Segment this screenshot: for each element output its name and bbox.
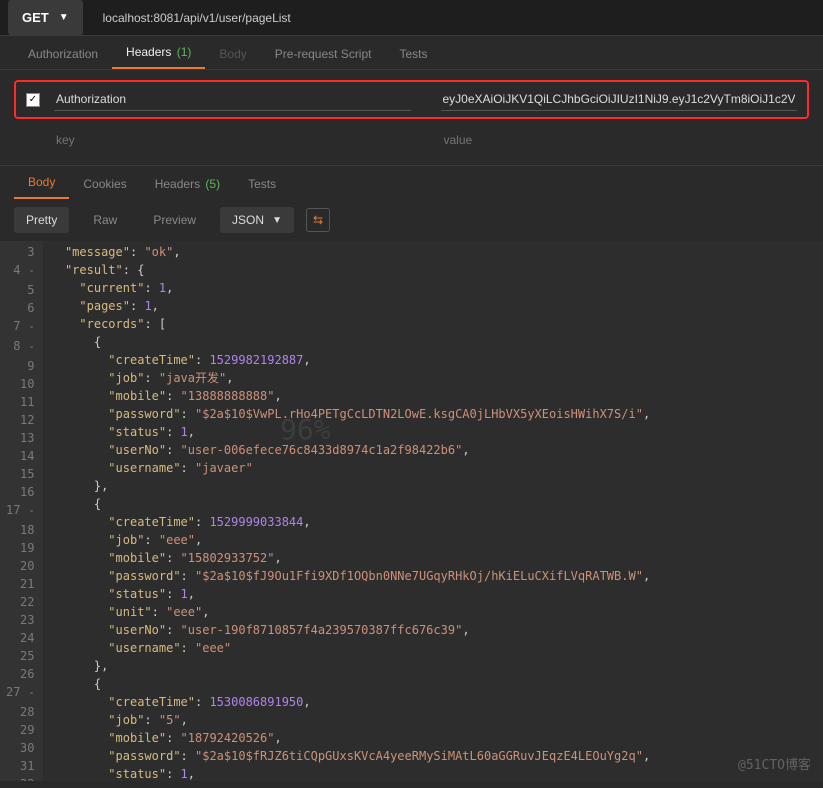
http-method-dropdown[interactable]: GET ▼ [8, 0, 83, 35]
tab-resp-headers[interactable]: Headers (5) [141, 169, 234, 199]
tab-resp-tests[interactable]: Tests [234, 169, 290, 199]
request-tabs: Authorization Headers (1) Body Pre-reque… [0, 36, 823, 70]
format-label: JSON [232, 213, 264, 227]
tab-prerequest[interactable]: Pre-request Script [261, 39, 386, 69]
tab-tests[interactable]: Tests [385, 39, 441, 69]
preview-button[interactable]: Preview [141, 207, 208, 233]
header-key-placeholder[interactable] [54, 129, 412, 151]
header-new-row [14, 125, 809, 161]
headers-count: (1) [177, 45, 192, 59]
tab-resp-headers-label: Headers [155, 177, 200, 191]
tab-headers-label: Headers [126, 45, 171, 59]
chevron-down-icon: ▼ [272, 215, 282, 226]
response-body-viewer[interactable]: 3456789101112131415161718192021222324252… [0, 241, 823, 781]
tab-body[interactable]: Body [205, 39, 260, 69]
tab-resp-cookies[interactable]: Cookies [69, 169, 140, 199]
header-value-placeholder[interactable] [442, 129, 800, 151]
header-key-input[interactable] [54, 88, 411, 111]
pretty-button[interactable]: Pretty [14, 207, 69, 233]
http-method-label: GET [22, 10, 49, 25]
headers-editor: ✓ [0, 70, 823, 165]
url-input[interactable] [103, 5, 823, 31]
tab-authorization[interactable]: Authorization [14, 39, 112, 69]
request-bar: GET ▼ [0, 0, 823, 36]
raw-button[interactable]: Raw [81, 207, 129, 233]
response-tabs: Body Cookies Headers (5) Tests [0, 165, 823, 199]
tab-headers[interactable]: Headers (1) [112, 37, 205, 69]
response-toolbar: Pretty Raw Preview JSON ▼ ⇆ [0, 199, 823, 241]
header-enabled-checkbox[interactable]: ✓ [26, 93, 40, 107]
header-row: ✓ [14, 80, 809, 119]
line-gutter: 3456789101112131415161718192021222324252… [0, 241, 43, 781]
code-content: "message": "ok", "result": { "current": … [43, 241, 651, 781]
header-value-input[interactable] [441, 88, 798, 111]
tab-resp-body[interactable]: Body [14, 167, 69, 199]
footer-watermark: @51CTO博客 [738, 757, 811, 775]
wrap-lines-icon[interactable]: ⇆ [306, 208, 330, 232]
chevron-down-icon: ▼ [59, 12, 69, 23]
format-dropdown[interactable]: JSON ▼ [220, 207, 294, 233]
resp-headers-count: (5) [205, 177, 220, 191]
